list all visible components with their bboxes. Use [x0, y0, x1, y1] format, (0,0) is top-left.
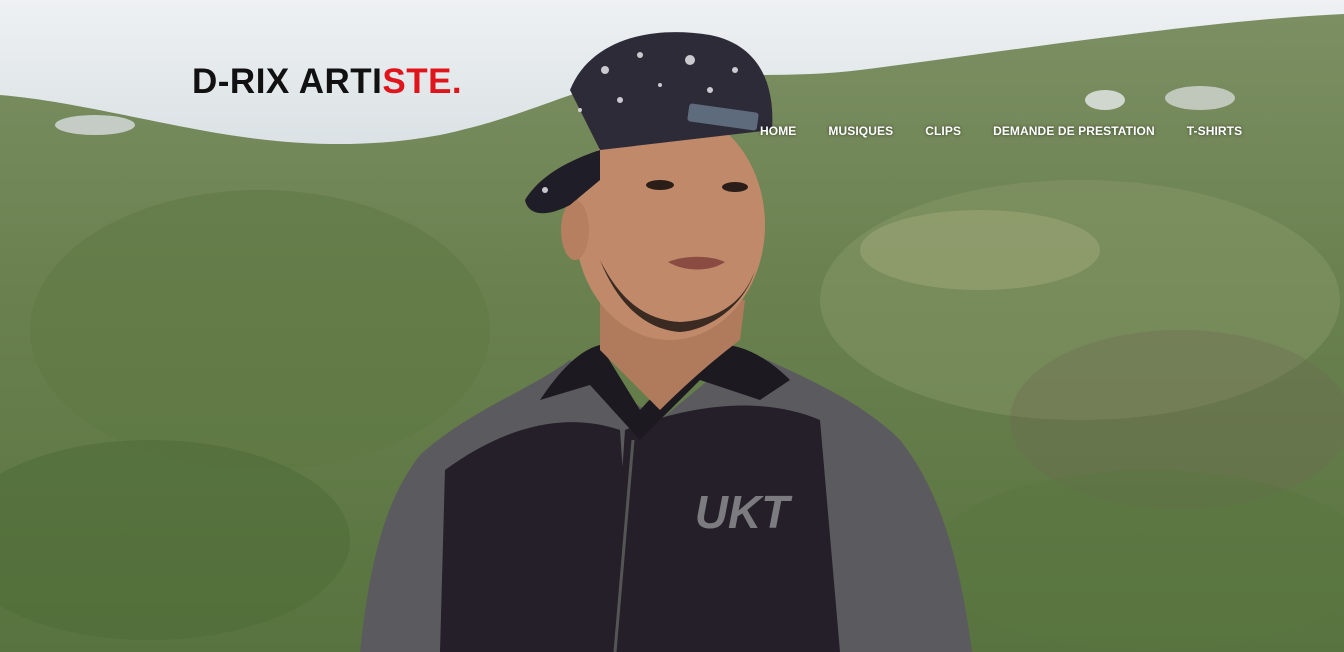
jacket-brand-text: UKT [695, 486, 793, 538]
main-navigation: HOME MUSIQUES CLIPS DEMANDE DE PRESTATIO… [760, 124, 1274, 138]
logo-main-text: D-RIX ARTI [192, 62, 383, 101]
hero-banner: UKT D-RIX ARTISTE. HOME MUSIQUES CLIPS D… [0, 0, 1344, 652]
nav-home[interactable]: HOME [760, 124, 796, 138]
nav-musiques[interactable]: MUSIQUES [828, 124, 893, 138]
nav-t-shirts[interactable]: T-SHIRTS [1187, 124, 1242, 138]
site-logo[interactable]: D-RIX ARTISTE. [192, 62, 462, 102]
nav-clips[interactable]: CLIPS [925, 124, 961, 138]
nav-demande-de-prestation[interactable]: DEMANDE DE PRESTATION [993, 124, 1155, 138]
logo-accent-text: STE. [382, 62, 463, 101]
